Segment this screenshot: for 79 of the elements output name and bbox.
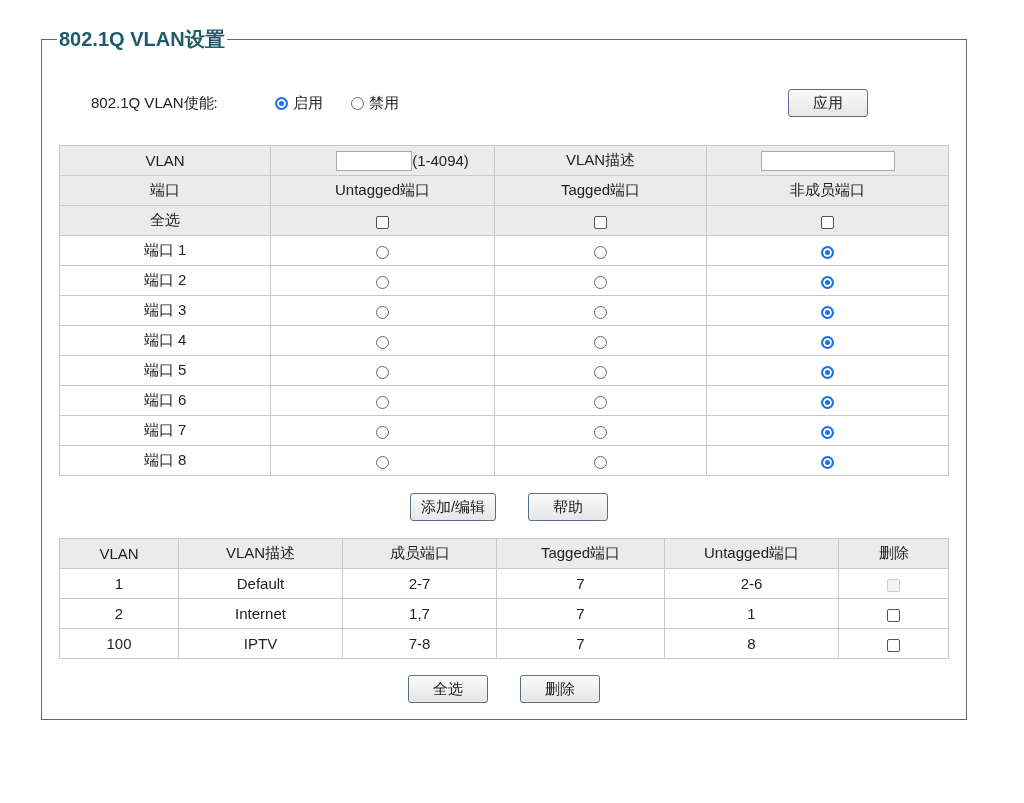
table-cell: 7 — [496, 628, 665, 659]
table-cell: 100 — [59, 628, 179, 659]
column-header: Tagged端口 — [496, 538, 665, 569]
table-cell: VLAN描述 — [494, 145, 707, 176]
checkbox[interactable] — [376, 215, 389, 229]
column-header: 端口 — [59, 175, 271, 206]
column-header: Untagged端口 — [664, 538, 839, 569]
radio-button[interactable] — [376, 425, 389, 439]
radio-button[interactable] — [376, 245, 389, 259]
radio-label: 启用 — [293, 93, 323, 113]
action-button[interactable]: 全选 — [408, 675, 488, 703]
radio-button[interactable] — [821, 245, 834, 259]
radio-button[interactable] — [594, 455, 607, 469]
radio-button[interactable] — [821, 365, 834, 379]
radio-button[interactable] — [821, 305, 834, 319]
table-cell: 端口 6 — [59, 385, 271, 416]
table-cell: VLAN — [59, 145, 271, 176]
radio-button[interactable] — [594, 425, 607, 439]
radio-button[interactable] — [594, 365, 607, 379]
radio-button[interactable] — [594, 395, 607, 409]
radio-button[interactable] — [594, 275, 607, 289]
table-cell: 端口 5 — [59, 355, 271, 386]
radio-button[interactable] — [821, 335, 834, 349]
radio-button[interactable] — [376, 455, 389, 469]
table-cell: 端口 7 — [59, 415, 271, 446]
radio-button[interactable] — [351, 96, 364, 110]
radio-button[interactable] — [821, 455, 834, 469]
table-cell: 端口 1 — [59, 235, 271, 266]
radio-button[interactable] — [376, 365, 389, 379]
checkbox[interactable] — [887, 608, 900, 622]
table-cell: 1 — [59, 568, 179, 599]
table-cell: 端口 2 — [59, 265, 271, 296]
radio-button[interactable] — [594, 335, 607, 349]
action-button[interactable]: 添加/编辑 — [409, 493, 497, 521]
vlan-id-field[interactable] — [336, 150, 413, 171]
column-header: VLAN描述 — [178, 538, 343, 569]
table-cell: Default — [178, 568, 343, 599]
table-cell: IPTV — [178, 628, 343, 659]
table-cell: 7 — [496, 568, 665, 599]
enable-label: 802.1Q VLAN使能: — [91, 93, 219, 113]
radio-button[interactable] — [821, 425, 834, 439]
table-cell: 全选 — [59, 205, 271, 236]
panel-title: 802.1Q VLAN设置 — [58, 27, 226, 52]
radio-button[interactable] — [594, 305, 607, 319]
table-cell: 端口 4 — [59, 325, 271, 356]
radio-button[interactable] — [821, 275, 834, 289]
action-button[interactable]: 帮助 — [528, 493, 609, 521]
vlan-description-field[interactable] — [760, 150, 895, 171]
radio-button[interactable] — [376, 395, 389, 409]
table-cell: 端口 8 — [59, 445, 271, 476]
checkbox[interactable] — [594, 215, 607, 229]
table-cell: 2 — [59, 598, 179, 629]
table-cell: 8 — [664, 628, 839, 659]
radio-button[interactable] — [376, 305, 389, 319]
column-header: VLAN — [59, 538, 179, 569]
range-hint: (1-4094) — [412, 152, 469, 169]
column-header: 成员端口 — [342, 538, 497, 569]
radio-button[interactable] — [376, 335, 389, 349]
table-cell: 端口 3 — [59, 295, 271, 326]
table-cell: 1 — [664, 598, 839, 629]
checkbox[interactable] — [887, 638, 900, 652]
table-cell: 7-8 — [342, 628, 497, 659]
column-header: Untagged端口 — [270, 175, 495, 206]
action-button[interactable]: 删除 — [520, 675, 600, 703]
table-cell: Internet — [178, 598, 343, 629]
column-header: Tagged端口 — [494, 175, 707, 206]
radio-button[interactable] — [376, 275, 389, 289]
radio-label: 禁用 — [369, 93, 399, 113]
apply-button[interactable]: 应用 — [788, 89, 868, 117]
column-header: 删除 — [838, 538, 949, 569]
table-cell: 7 — [496, 598, 665, 629]
column-header: 非成员端口 — [706, 175, 949, 206]
radio-button[interactable] — [594, 245, 607, 259]
checkbox[interactable] — [821, 215, 834, 229]
table-cell: 2-7 — [342, 568, 497, 599]
table-cell: 1,7 — [342, 598, 497, 629]
radio-button[interactable] — [275, 96, 288, 110]
radio-button[interactable] — [821, 395, 834, 409]
table-cell: 2-6 — [664, 568, 839, 599]
